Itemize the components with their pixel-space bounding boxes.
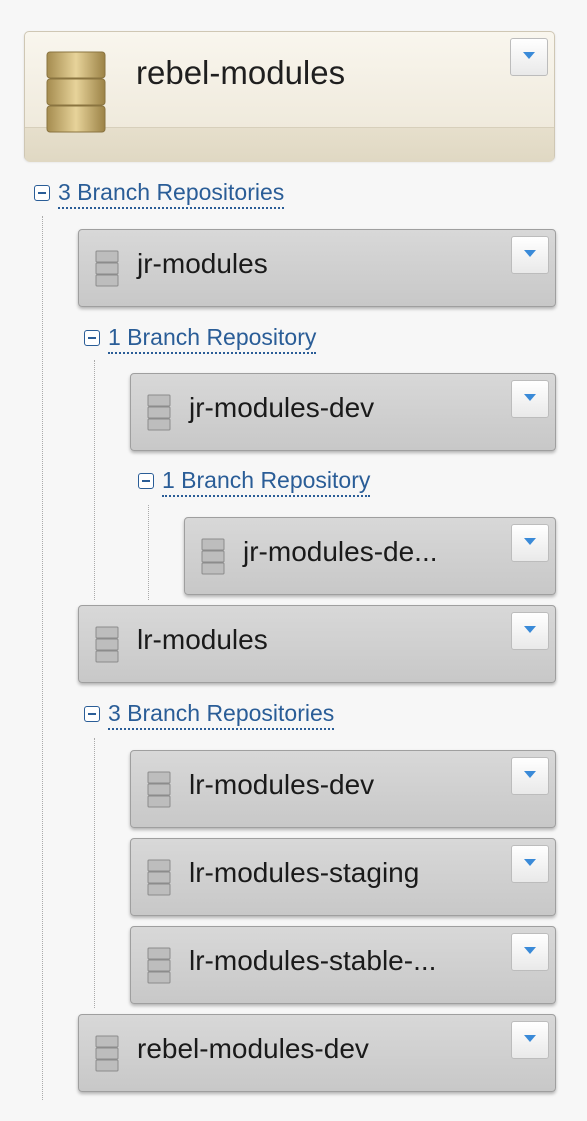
root-branch-label[interactable]: 3 Branch Repositories xyxy=(58,178,285,209)
repository-card-jr-modules-dev[interactable]: jr-modules-dev xyxy=(130,373,556,451)
repository-name: lr-modules-staging xyxy=(189,857,420,888)
chevron-down-icon xyxy=(524,250,536,257)
database-icon xyxy=(46,51,106,133)
chevron-down-icon xyxy=(524,771,536,778)
repository-card-jr-modules[interactable]: jr-modules xyxy=(78,229,556,307)
jr-modules-branch-toggle[interactable]: 1 Branch Repository xyxy=(84,323,317,354)
database-icon xyxy=(201,538,225,575)
branch-label[interactable]: 1 Branch Repository xyxy=(162,466,371,497)
repository-card-jr-modules-de[interactable]: jr-modules-de... xyxy=(184,517,556,595)
chevron-down-icon xyxy=(524,394,536,401)
lr-modules-branch-toggle[interactable]: 3 Branch Repositories xyxy=(84,699,335,730)
repository-name: lr-modules-stable-... xyxy=(189,945,437,976)
repository-card-rebel-modules-dev[interactable]: rebel-modules-dev xyxy=(78,1014,556,1092)
database-icon xyxy=(147,947,171,984)
database-icon xyxy=(147,394,171,431)
dropdown-button[interactable] xyxy=(511,524,549,562)
dropdown-button[interactable] xyxy=(511,757,549,795)
chevron-down-icon xyxy=(524,626,536,633)
dropdown-button[interactable] xyxy=(511,612,549,650)
tree-guide-line xyxy=(94,738,95,1008)
chevron-down-icon xyxy=(524,947,536,954)
database-icon xyxy=(95,626,119,663)
branch-label[interactable]: 1 Branch Repository xyxy=(108,323,317,354)
repository-name: lr-modules xyxy=(137,624,268,655)
repository-name: rebel-modules-dev xyxy=(137,1033,369,1064)
chevron-down-icon xyxy=(524,859,536,866)
dropdown-button[interactable] xyxy=(511,845,549,883)
tree-guide-line xyxy=(94,360,95,600)
database-icon xyxy=(95,1035,119,1072)
root-repository-card[interactable]: rebel-modules xyxy=(24,31,555,162)
root-branch-toggle[interactable]: 3 Branch Repositories xyxy=(34,178,285,209)
dropdown-button[interactable] xyxy=(511,1021,549,1059)
tree-guide-line xyxy=(42,216,43,1100)
collapse-icon[interactable] xyxy=(138,473,154,490)
repository-name: jr-modules-de... xyxy=(243,536,438,567)
dropdown-button[interactable] xyxy=(511,380,549,418)
jr-modules-dev-branch-toggle[interactable]: 1 Branch Repository xyxy=(138,466,371,497)
repository-card-lr-modules-dev[interactable]: lr-modules-dev xyxy=(130,750,556,828)
database-icon xyxy=(147,859,171,896)
repository-card-lr-modules-staging[interactable]: lr-modules-staging xyxy=(130,838,556,916)
collapse-icon[interactable] xyxy=(84,706,100,723)
database-icon xyxy=(147,771,171,808)
chevron-down-icon xyxy=(523,52,535,59)
branch-label[interactable]: 3 Branch Repositories xyxy=(108,699,335,730)
dropdown-button[interactable] xyxy=(511,236,549,274)
repository-name: jr-modules xyxy=(137,248,268,279)
repository-card-lr-modules[interactable]: lr-modules xyxy=(78,605,556,683)
dropdown-button[interactable] xyxy=(511,933,549,971)
chevron-down-icon xyxy=(524,538,536,545)
repository-name: jr-modules-dev xyxy=(189,392,375,423)
database-icon xyxy=(95,250,119,287)
repository-name: lr-modules-dev xyxy=(189,769,375,800)
repository-card-lr-modules-stable[interactable]: lr-modules-stable-... xyxy=(130,926,556,1004)
chevron-down-icon xyxy=(524,1035,536,1042)
root-dropdown-button[interactable] xyxy=(510,38,548,76)
root-repository-name: rebel-modules xyxy=(136,54,346,91)
tree-guide-line xyxy=(148,505,149,600)
collapse-icon[interactable] xyxy=(34,185,50,202)
collapse-icon[interactable] xyxy=(84,330,100,347)
